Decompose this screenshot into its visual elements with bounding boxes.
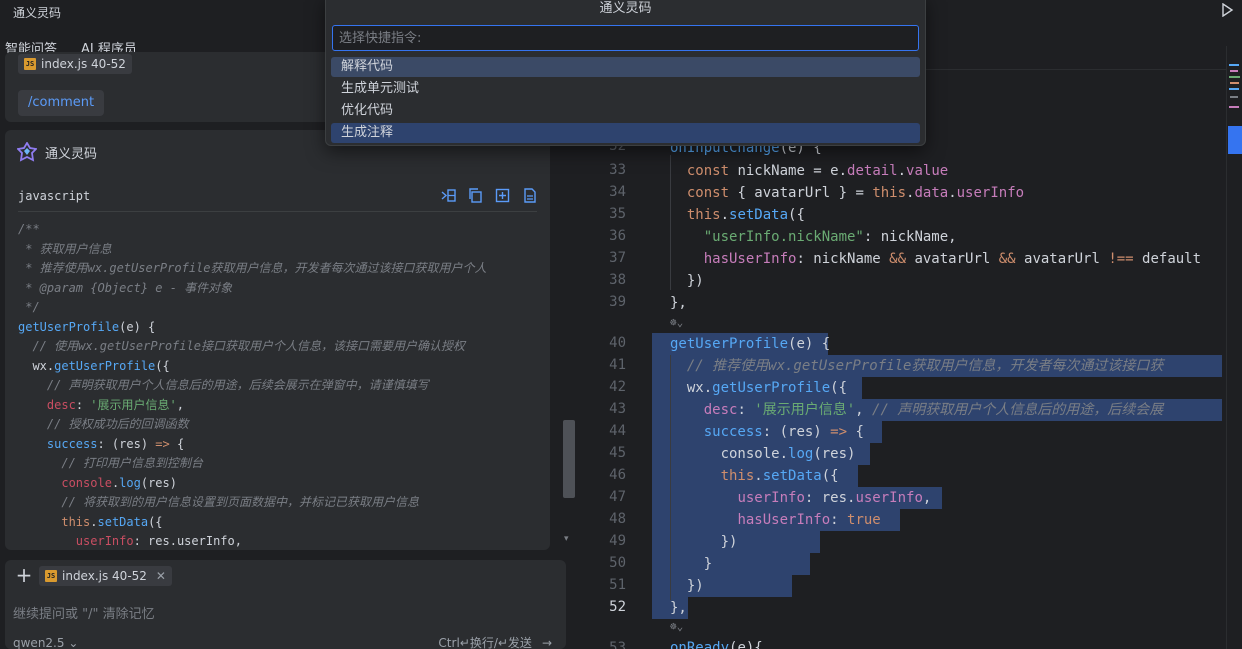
palette-item-generate-unit-test[interactable]: 生成单元测试 (331, 79, 920, 99)
ai-response-card: 通义灵码 javascript /** * 获取用户信息 * 推荐使用wx.ge… (5, 130, 550, 550)
apply-file-icon[interactable] (522, 188, 537, 203)
js-file-icon: JS (24, 58, 36, 70)
line-number: 35 (609, 206, 626, 222)
line-number: 48 (609, 511, 626, 527)
scroll-down-arrow-icon[interactable]: ▾ (564, 534, 574, 544)
model-selector[interactable]: qwen2.5 ⌄ (13, 636, 78, 649)
ai-name: 通义灵码 (45, 146, 98, 162)
code-language: javascript (18, 189, 91, 203)
tongyi-logo-icon (17, 142, 37, 162)
js-file-icon: JS (45, 570, 57, 582)
panel-scrollbar[interactable] (563, 420, 575, 498)
insert-code-icon[interactable] (441, 188, 456, 203)
palette-title: 通义灵码 (599, 1, 652, 16)
send-arrow-icon[interactable]: → (542, 636, 552, 649)
copy-icon[interactable] (468, 188, 483, 203)
line-number: 43 (609, 401, 626, 417)
chevron-down-icon: ⌄ (68, 636, 79, 649)
command-palette: 通义灵码 解释代码 生成单元测试 优化代码 生成注释 (325, 0, 926, 146)
palette-item-explain-code[interactable]: 解释代码 (331, 57, 920, 77)
editor-minimap[interactable] (1226, 46, 1242, 649)
context-file-label: index.js 40-52 (41, 57, 126, 71)
send-hint-text: Ctrl↵换行/↵发送 (438, 636, 532, 649)
line-number: 41 (609, 357, 626, 373)
line-number: 36 (609, 228, 626, 244)
line-number: 38 (609, 272, 626, 288)
line-number: 50 (609, 555, 626, 571)
line-number: 39 (609, 294, 626, 310)
input-file-chip[interactable]: JS index.js 40-52 ✕ (39, 566, 172, 586)
line-number: 51 (609, 577, 626, 593)
palette-item-optimize-code[interactable]: 优化代码 (331, 101, 920, 121)
line-number: 47 (609, 489, 626, 505)
command-chip: /comment (18, 90, 105, 116)
line-number: 45 (609, 445, 626, 461)
panel-title: 通义灵码 (13, 6, 62, 20)
code-lens-icon[interactable]: ☸⌄ (670, 316, 683, 329)
code-block-header: javascript (18, 184, 537, 212)
line-number: 37 (609, 250, 626, 266)
line-number: 40 (609, 335, 626, 351)
context-file-chip[interactable]: JS index.js 40-52 (18, 54, 132, 74)
ai-response-header: 通义灵码 (17, 142, 97, 162)
send-hint: Ctrl↵换行/↵发送 → (438, 634, 552, 649)
palette-item-generate-comment[interactable]: 生成注释 (331, 123, 920, 143)
line-number: 42 (609, 379, 626, 395)
model-name: qwen2.5 (13, 636, 65, 649)
line-number: 44 (609, 423, 626, 439)
new-file-icon[interactable] (495, 188, 510, 203)
input-file-label: index.js 40-52 (62, 569, 147, 583)
chat-input[interactable]: 继续提问或 "/" 清除记忆 (13, 603, 155, 622)
line-number: 49 (609, 533, 626, 549)
line-number: 34 (609, 184, 626, 200)
line-number: 46 (609, 467, 626, 483)
add-context-button[interactable]: + (15, 565, 33, 585)
line-number: 53 (609, 640, 626, 649)
line-number: 33 (609, 162, 626, 178)
current-line-number: 52 (609, 599, 626, 615)
palette-search-input[interactable] (332, 25, 919, 51)
remove-chip-icon[interactable]: ✕ (156, 569, 166, 583)
chat-input-area: + JS index.js 40-52 ✕ 继续提问或 "/" 清除记忆 qwe… (5, 560, 566, 649)
code-snippet: /** * 获取用户信息 * 推荐使用wx.getUserProfile获取用户… (18, 222, 487, 548)
run-icon[interactable] (1220, 3, 1234, 17)
code-lens-icon[interactable]: ☸⌄ (670, 620, 683, 633)
